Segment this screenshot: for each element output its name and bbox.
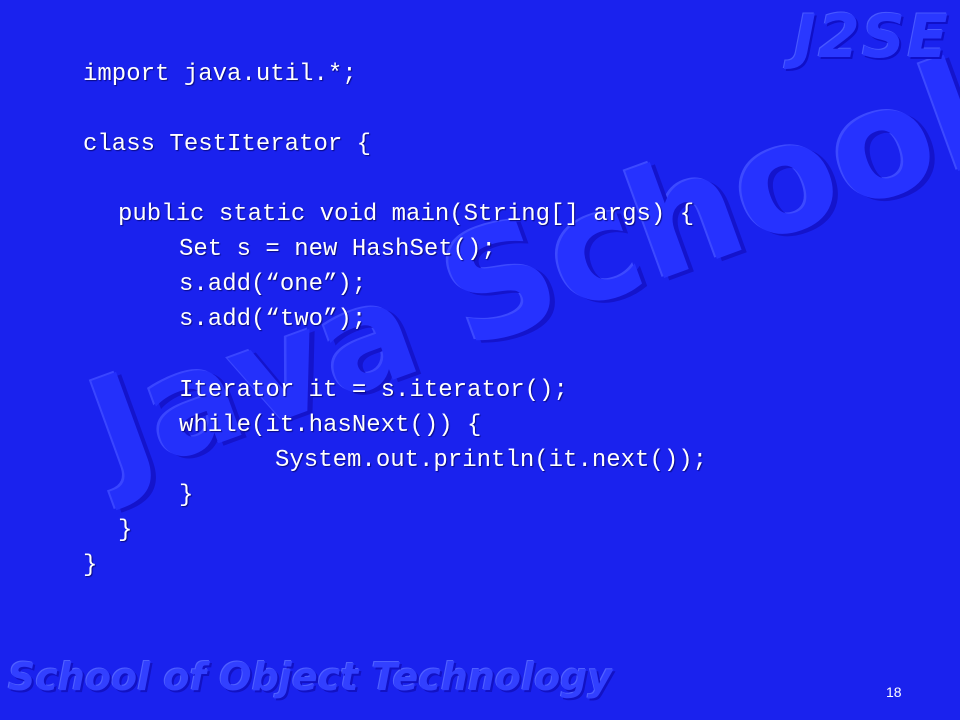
code-line: Iterator it = s.iterator(); (179, 377, 568, 404)
code-line: } (83, 552, 98, 579)
code-line: Set s = new HashSet(); (179, 236, 496, 263)
code-line: s.add(“one”); (179, 271, 367, 298)
code-line: } (179, 482, 194, 509)
code-line: } (118, 517, 133, 544)
code-line: import java.util.*; (83, 61, 357, 88)
code-line: System.out.println(it.next()); (275, 447, 708, 474)
code-line: s.add(“two”); (179, 306, 367, 333)
slide: Java School J2SE School of Object Techno… (0, 0, 960, 720)
code-block: import java.util.*; class TestIterator {… (0, 0, 960, 720)
code-line: class TestIterator { (83, 131, 372, 158)
code-line: while(it.hasNext()) { (179, 412, 482, 439)
code-line: public static void main(String[] args) { (118, 201, 695, 228)
page-number: 18 (886, 684, 902, 700)
